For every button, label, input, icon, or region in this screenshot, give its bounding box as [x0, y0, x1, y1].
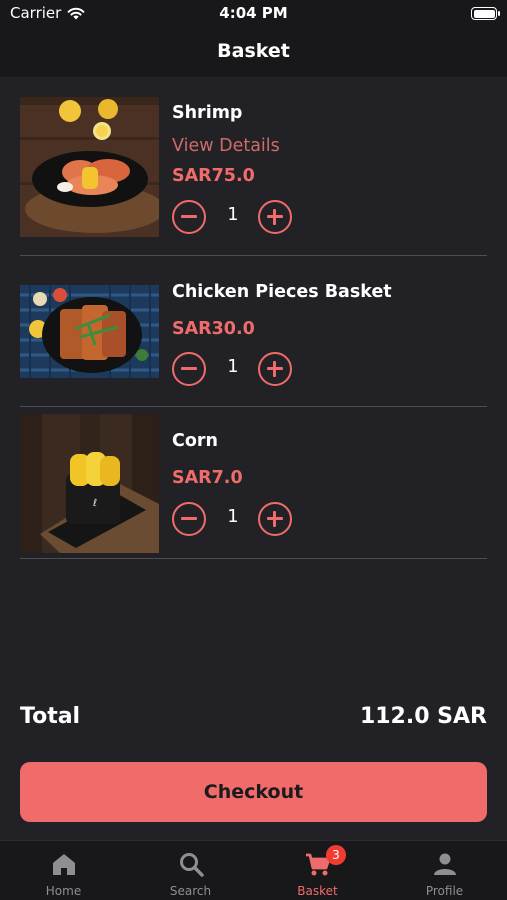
- tab-basket[interactable]: 3 Basket: [254, 841, 381, 900]
- item-quantity: 1: [227, 205, 239, 225]
- item-divider: [20, 255, 487, 256]
- clock: 4:04 PM: [219, 4, 288, 22]
- corn-image[interactable]: ℓ: [20, 414, 159, 553]
- item-quantity: 1: [227, 507, 239, 527]
- cart-count-badge: 3: [326, 845, 346, 865]
- home-icon: [52, 854, 75, 875]
- basket-item-corn: ℓ Corn SAR7.0 1: [20, 414, 487, 554]
- tab-search[interactable]: Search: [127, 841, 254, 900]
- item-price: SAR30.0: [172, 319, 255, 339]
- shrimp-image[interactable]: [20, 97, 159, 237]
- view-details-link[interactable]: View Details: [172, 136, 280, 156]
- status-bar: Carrier 4:04 PM: [0, 0, 507, 28]
- increase-quantity-button[interactable]: [258, 352, 292, 386]
- item-name: Chicken Pieces Basket: [172, 282, 392, 302]
- basket-item-chicken: Chicken Pieces Basket SAR30.0 1: [20, 282, 487, 386]
- basket-item-shrimp: Shrimp View Details SAR75.0 1: [20, 97, 487, 237]
- decrease-quantity-button[interactable]: [172, 502, 206, 536]
- total-label: Total: [20, 704, 81, 729]
- item-name: Corn: [172, 431, 218, 451]
- battery-icon: [471, 7, 500, 20]
- item-quantity: 1: [227, 357, 239, 377]
- search-icon: [179, 853, 204, 877]
- person-icon: [433, 853, 456, 875]
- item-name: Shrimp: [172, 103, 243, 123]
- navigation-bar: Basket: [0, 28, 507, 77]
- tab-label: Basket: [297, 884, 338, 898]
- tab-bar: Home Search 3 Basket Profile: [0, 840, 507, 900]
- svg-text:ℓ: ℓ: [93, 498, 97, 509]
- decrease-quantity-button[interactable]: [172, 352, 206, 386]
- tab-profile[interactable]: Profile: [381, 841, 507, 900]
- chicken-image[interactable]: [20, 285, 159, 378]
- item-price: SAR7.0: [172, 468, 243, 488]
- decrease-quantity-button[interactable]: [172, 200, 206, 234]
- total-value: 112.0 SAR: [359, 704, 487, 729]
- item-divider: [20, 558, 487, 559]
- tab-home[interactable]: Home: [0, 841, 127, 900]
- item-divider: [20, 406, 487, 407]
- tab-label: Home: [45, 884, 82, 898]
- item-price: SAR75.0: [172, 166, 255, 186]
- increase-quantity-button[interactable]: [258, 200, 292, 234]
- checkout-button[interactable]: Checkout: [20, 762, 487, 822]
- tab-label: Profile: [425, 884, 464, 898]
- increase-quantity-button[interactable]: [258, 502, 292, 536]
- tab-label: Search: [169, 884, 212, 898]
- page-title: Basket: [217, 40, 290, 62]
